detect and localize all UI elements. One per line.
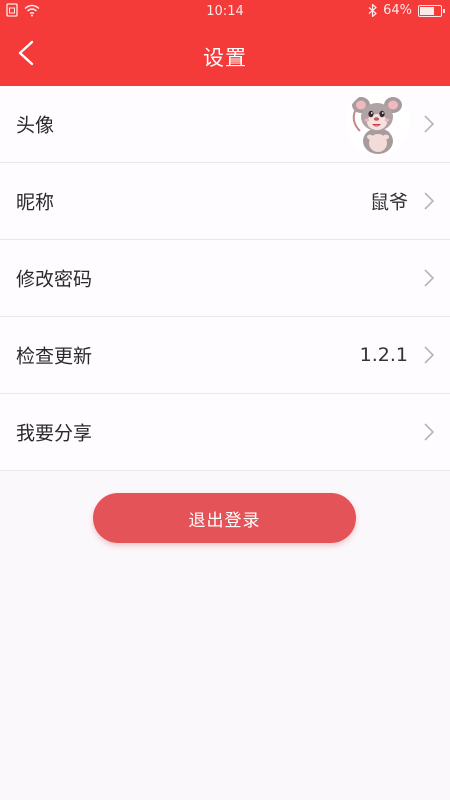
battery-icon bbox=[418, 4, 445, 17]
nickname-value: 鼠爷 bbox=[369, 191, 408, 214]
cartoon-mouse-avatar-icon bbox=[346, 91, 410, 155]
page-title: 设置 bbox=[203, 46, 247, 70]
avatar-label: 头像 bbox=[16, 114, 55, 137]
chevron-right-icon bbox=[424, 346, 435, 364]
bluetooth-icon bbox=[368, 4, 378, 17]
app-header: 10:14 64% 设置 bbox=[0, 0, 450, 86]
status-right: 64% bbox=[368, 3, 445, 18]
settings-row-check-update[interactable]: 检查更新 1.2.1 bbox=[0, 317, 450, 394]
chevron-right-icon bbox=[424, 192, 435, 210]
settings-list: 头像 昵称 鼠爷 修改密码 检查更新 1.2.1 我要分享 bbox=[0, 86, 450, 471]
battery-percent: 64% bbox=[383, 3, 412, 18]
check-update-label: 检查更新 bbox=[16, 345, 93, 368]
settings-row-avatar[interactable]: 头像 bbox=[0, 86, 450, 163]
logout-button[interactable]: 退出登录 bbox=[93, 493, 356, 543]
settings-row-nickname[interactable]: 昵称 鼠爷 bbox=[0, 163, 450, 240]
share-label: 我要分享 bbox=[16, 422, 93, 445]
change-password-label: 修改密码 bbox=[16, 268, 93, 291]
avatar bbox=[346, 91, 410, 155]
chevron-right-icon bbox=[424, 269, 435, 287]
settings-row-change-password[interactable]: 修改密码 bbox=[0, 240, 450, 317]
status-bar: 10:14 64% bbox=[0, 0, 450, 24]
nickname-label: 昵称 bbox=[16, 191, 55, 214]
settings-row-share[interactable]: 我要分享 bbox=[0, 394, 450, 471]
chevron-right-icon bbox=[424, 115, 435, 133]
version-value: 1.2.1 bbox=[359, 344, 408, 366]
chevron-right-icon bbox=[424, 423, 435, 441]
